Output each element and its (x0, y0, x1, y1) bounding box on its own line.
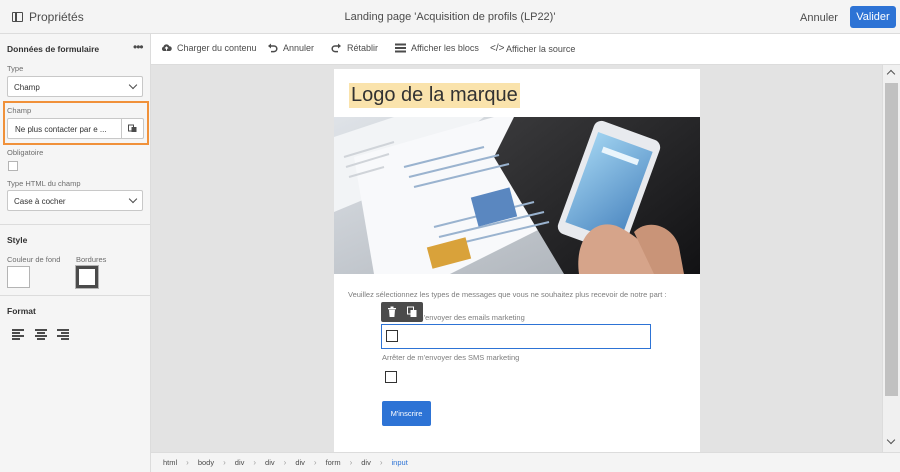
align-center-icon[interactable] (35, 329, 47, 340)
landing-page-document: Logo de la marque Veuillez sélectionnez … (334, 69, 700, 452)
sms-optout-checkbox[interactable] (385, 371, 397, 383)
properties-panel: Données de formulaire ••• Type Champ Cha… (0, 34, 151, 472)
html-type-select-value: Case à cocher (14, 197, 66, 206)
chevron-down-icon (128, 80, 138, 90)
show-source-button[interactable]: </> Afficher la source (490, 43, 575, 54)
load-content-label: Charger du contenu (177, 43, 257, 53)
sms-optout-label: Arrêter de m'envoyer des SMS marketing (382, 353, 520, 362)
bg-color-label: Couleur de fond (7, 255, 61, 264)
load-content-button[interactable]: Charger du contenu (161, 43, 257, 53)
cancel-button[interactable]: Annuler (800, 8, 838, 28)
scroll-up-icon[interactable] (886, 69, 896, 79)
bg-color-swatch[interactable] (7, 266, 30, 288)
chevron-right-icon: › (313, 458, 317, 467)
html-type-select[interactable]: Case à cocher (7, 190, 143, 211)
breadcrumb-item[interactable]: body (198, 458, 214, 467)
editor-toolbar: Charger du contenu Annuler Rétablir Affi… (151, 34, 900, 65)
brand-logo-text[interactable]: Logo de la marque (349, 83, 520, 108)
validate-button[interactable]: Valider (850, 6, 896, 28)
more-options-icon[interactable]: ••• (133, 40, 144, 54)
breadcrumb-item[interactable]: div (295, 458, 305, 467)
blocks-icon (395, 43, 406, 53)
breadcrumb-item[interactable]: form (326, 458, 341, 467)
borders-label: Bordures (76, 255, 107, 264)
show-blocks-button[interactable]: Afficher les blocs (395, 43, 479, 53)
duplicate-icon[interactable] (407, 306, 417, 318)
type-label: Type (7, 64, 24, 73)
format-section-title: Format (7, 306, 36, 316)
breadcrumb-item[interactable]: div (361, 458, 371, 467)
chevron-right-icon: › (379, 458, 383, 467)
redo-label: Rétablir (347, 43, 379, 53)
editor-canvas: Logo de la marque Veuillez sélectionnez … (151, 65, 882, 452)
undo-icon (268, 43, 278, 53)
subscribe-button[interactable]: M'inscrire (382, 401, 431, 426)
chevron-right-icon: › (223, 458, 226, 467)
code-icon: </> (490, 43, 505, 54)
properties-panel-toggle[interactable]: Propriétés (12, 10, 84, 24)
properties-title: Propriétés (29, 10, 84, 24)
chevron-right-icon: › (186, 458, 189, 467)
page-title: Landing page 'Acquisition de profils (LP… (344, 11, 556, 23)
divider (0, 224, 150, 225)
undo-label: Annuler (283, 43, 315, 53)
field-input-separator (121, 119, 122, 138)
redo-button[interactable]: Rétablir (331, 43, 378, 53)
panel-icon (12, 12, 23, 22)
vertical-scrollbar[interactable] (882, 65, 900, 452)
block-mini-toolbar (381, 302, 423, 322)
intro-text: Veuillez sélectionnez les types de messa… (348, 290, 667, 299)
required-label: Obligatoire (7, 148, 44, 157)
scroll-down-icon[interactable] (886, 435, 896, 445)
show-source-label: Afficher la source (506, 43, 576, 54)
trash-icon[interactable] (387, 306, 397, 318)
chevron-right-icon: › (283, 458, 287, 467)
breadcrumb-item[interactable]: html (163, 458, 177, 467)
email-optout-checkbox[interactable] (386, 330, 398, 342)
element-breadcrumb: html › body › div › div › div › form › div › in… (151, 452, 900, 472)
required-checkbox[interactable] (8, 161, 18, 171)
align-left-icon[interactable] (12, 329, 24, 340)
chevron-down-icon (128, 194, 138, 204)
selected-checkbox-block[interactable] (381, 324, 651, 349)
align-right-icon[interactable] (57, 329, 69, 340)
style-section-title: Style (7, 235, 28, 245)
redo-icon (331, 43, 341, 53)
undo-button[interactable]: Annuler (267, 43, 314, 53)
breadcrumb-item-active[interactable]: input (392, 458, 408, 467)
breadcrumb-item[interactable]: div (265, 458, 275, 467)
type-select[interactable]: Champ (7, 76, 143, 97)
form-data-section-title: Données de formulaire (7, 44, 100, 54)
chevron-right-icon: › (253, 458, 257, 467)
scrollbar-thumb[interactable] (885, 83, 898, 396)
divider (0, 295, 150, 296)
type-select-value: Champ (14, 83, 40, 92)
breadcrumb-item[interactable]: div (235, 458, 245, 467)
chevron-right-icon: › (349, 458, 353, 467)
hero-image[interactable] (334, 117, 700, 274)
show-blocks-label: Afficher les blocs (411, 43, 479, 53)
html-type-label: Type HTML du champ (7, 179, 81, 188)
field-picker-icon[interactable] (128, 124, 137, 133)
field-input-value: Ne plus contacter par e ... (15, 125, 107, 134)
top-bar: Propriétés Landing page 'Acquisition de … (0, 0, 900, 34)
borders-swatch[interactable] (75, 265, 99, 289)
upload-cloud-icon (161, 44, 172, 51)
field-input[interactable]: Ne plus contacter par e ... (7, 118, 144, 139)
